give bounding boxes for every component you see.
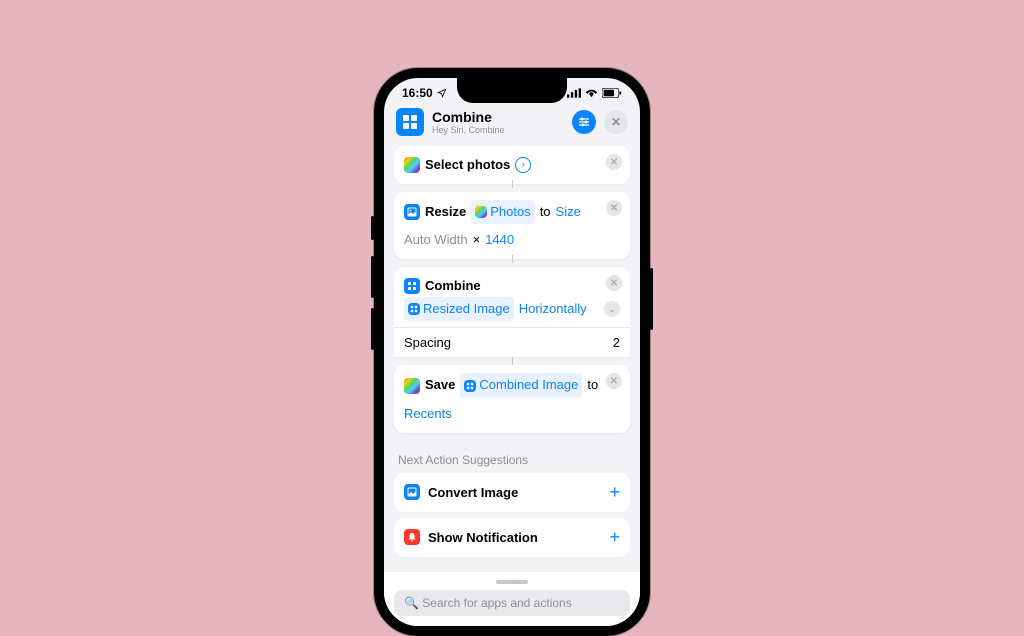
shortcut-icon [396, 108, 424, 136]
photos-icon [404, 378, 420, 394]
suggestions-label: Next Action Suggestions [394, 441, 630, 473]
resize-width-param[interactable]: Auto Width [404, 229, 468, 251]
action-label: Combine [425, 275, 481, 297]
search-bar[interactable]: 🔍 Search for apps and actions [384, 571, 640, 626]
resize-size-param[interactable]: Size [556, 201, 581, 223]
grid-icon [408, 303, 420, 315]
mute-switch [371, 216, 374, 240]
notch [457, 78, 567, 103]
cellular-icon [567, 88, 581, 98]
action-label: Select photos [425, 154, 510, 176]
dimension-sep: × [473, 229, 481, 251]
resize-input-param[interactable]: Photos [471, 200, 534, 224]
grid-icon [464, 380, 476, 392]
notification-icon [404, 529, 420, 545]
add-icon[interactable]: + [609, 527, 620, 548]
shortcut-subtitle: Hey Siri, Combine [432, 125, 564, 135]
suggestion-label: Convert Image [428, 485, 601, 500]
to-label: to [587, 374, 598, 396]
wifi-icon [585, 88, 598, 98]
combine-input-param[interactable]: Resized Image [404, 297, 514, 321]
volume-down [371, 308, 374, 350]
action-label: Resize [425, 201, 466, 223]
suggestion-label: Show Notification [428, 530, 601, 545]
connector [512, 255, 513, 263]
header: Combine Hey Siri, Combine ✕ [384, 102, 640, 146]
to-label: to [540, 201, 551, 223]
connector [512, 357, 513, 365]
image-icon [404, 204, 420, 220]
action-combine[interactable]: Combine Resized Image Horizontally ⌄ ✕ S… [394, 267, 630, 357]
phone-screen: 16:50 Combine Hey Siri, Combine ✕ [384, 78, 640, 626]
shortcut-title: Combine [432, 109, 564, 125]
photos-icon [475, 206, 487, 218]
location-icon [437, 88, 447, 98]
battery-icon [602, 88, 622, 98]
action-resize[interactable]: Resize Photos to Size Auto Width × 1440 … [394, 192, 630, 259]
suggestion-show-notification[interactable]: Show Notification + [394, 518, 630, 557]
search-input[interactable]: 🔍 Search for apps and actions [394, 590, 630, 616]
action-save[interactable]: Save Combined Image to Recents ✕ [394, 365, 630, 432]
add-icon[interactable]: + [609, 482, 620, 503]
photos-icon [404, 157, 420, 173]
phone-frame: 16:50 Combine Hey Siri, Combine ✕ [374, 68, 650, 636]
spacing-row[interactable]: Spacing 2 [394, 327, 630, 357]
status-time: 16:50 [402, 86, 433, 100]
action-label: Save [425, 374, 455, 396]
save-dest-param[interactable]: Recents [404, 403, 452, 425]
delete-action-button[interactable]: ✕ [606, 154, 622, 170]
suggestion-convert-image[interactable]: Convert Image + [394, 473, 630, 512]
combine-mode-param[interactable]: Horizontally [519, 298, 587, 320]
close-button[interactable]: ✕ [604, 110, 628, 134]
resize-height-param[interactable]: 1440 [485, 229, 514, 251]
grid-icon [404, 278, 420, 294]
spacing-value: 2 [613, 335, 620, 350]
volume-up [371, 256, 374, 298]
save-input-param[interactable]: Combined Image [460, 373, 582, 397]
drag-handle[interactable] [496, 580, 528, 584]
image-icon [404, 484, 420, 500]
settings-button[interactable] [572, 110, 596, 134]
header-text[interactable]: Combine Hey Siri, Combine [432, 109, 564, 135]
power-button [650, 268, 653, 330]
collapse-icon[interactable]: ⌄ [604, 301, 620, 317]
spacing-label: Spacing [404, 335, 451, 350]
expand-icon[interactable]: › [515, 157, 531, 173]
delete-action-button[interactable]: ✕ [606, 200, 622, 216]
actions-list: Select photos › ✕ Resize Photos to Size … [384, 146, 640, 557]
action-select-photos[interactable]: Select photos › ✕ [394, 146, 630, 184]
connector [512, 180, 513, 188]
